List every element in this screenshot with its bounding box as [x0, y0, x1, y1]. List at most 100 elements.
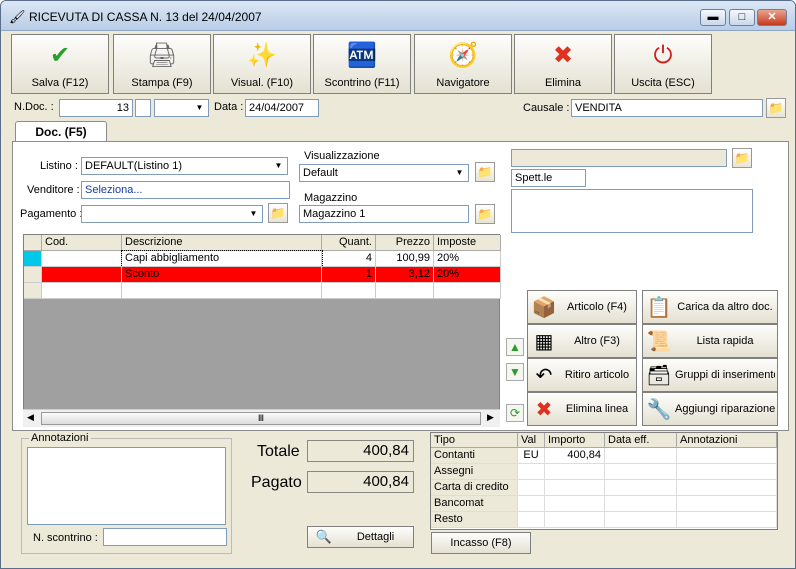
maximize-button[interactable]: □: [729, 9, 755, 26]
spett-input[interactable]: Spett.le: [511, 169, 586, 187]
grid-cell[interactable]: 3,12: [376, 267, 434, 283]
toolbar-button-1[interactable]: 🖨 Stampa (F9): [113, 34, 211, 94]
payments-cell[interactable]: [605, 448, 677, 464]
minimize-button[interactable]: ▬: [700, 9, 726, 26]
action-button-5[interactable]: 🗃 Gruppi di inserimento: [642, 358, 778, 392]
row-selector[interactable]: [24, 251, 42, 267]
scroll-thumb[interactable]: Ⅲ: [41, 412, 481, 425]
table-row[interactable]: Carta di credito: [431, 480, 777, 496]
toolbar-button-2[interactable]: ✨ Visual. (F10): [213, 34, 311, 94]
table-row[interactable]: [24, 283, 501, 299]
scontrino-input[interactable]: [103, 528, 227, 546]
payments-header[interactable]: Val: [518, 433, 545, 448]
toolbar-button-5[interactable]: ✖ Elimina: [514, 34, 612, 94]
scroll-left-icon[interactable]: ◀: [27, 412, 34, 423]
scroll-right-icon[interactable]: ▶: [487, 412, 494, 423]
grid-cell[interactable]: Capi abbigliamento: [121, 250, 323, 268]
refresh-icon[interactable]: ⟳: [506, 404, 524, 422]
payments-cell[interactable]: [605, 512, 677, 528]
payments-cell[interactable]: [545, 464, 605, 480]
payments-cell[interactable]: [605, 496, 677, 512]
grid-cell[interactable]: [376, 283, 434, 299]
venditore-input[interactable]: Seleziona...: [81, 181, 290, 199]
grid-cell[interactable]: 4: [322, 251, 376, 267]
toolbar-button-3[interactable]: 🏧 Scontrino (F11): [313, 34, 411, 94]
causale-folder-icon[interactable]: 📁: [766, 98, 786, 118]
toolbar-button-0[interactable]: ✔ Salva (F12): [11, 34, 109, 94]
payments-cell[interactable]: [545, 480, 605, 496]
cliente-address-area[interactable]: [511, 189, 753, 233]
toolbar-button-4[interactable]: 🧭 Navigatore: [414, 34, 512, 94]
cliente-input[interactable]: [511, 149, 727, 167]
items-grid[interactable]: Cod. Descrizione Quant. Prezzo Imposte Capi a…: [23, 234, 501, 427]
table-row[interactable]: Sconto 1 3,12 20%: [24, 267, 501, 283]
toolbar-button-6[interactable]: ⏻ Uscita (ESC): [614, 34, 712, 94]
grid-cell[interactable]: [42, 267, 122, 283]
table-row[interactable]: Capi abbigliamento 4 100,99 20%: [24, 250, 501, 268]
action-button-6[interactable]: ✖ Elimina linea: [527, 392, 637, 426]
action-button-7[interactable]: 🔧 Aggiungi riparazione: [642, 392, 778, 426]
visualizzazione-select[interactable]: Default ▼: [299, 164, 469, 182]
action-button-4[interactable]: ↶ Ritiro articolo: [527, 358, 637, 392]
payments-cell[interactable]: [545, 496, 605, 512]
payments-cell[interactable]: [605, 464, 677, 480]
pagamento-select[interactable]: ▼: [81, 205, 263, 223]
pagamento-folder-icon[interactable]: 📁: [268, 203, 288, 223]
grid-cell[interactable]: [42, 251, 122, 267]
payments-header[interactable]: Annotazioni: [677, 433, 777, 448]
payments-header[interactable]: Data eff.: [605, 433, 677, 448]
visualizzazione-folder-icon[interactable]: 📁: [475, 162, 495, 182]
payments-cell[interactable]: [677, 448, 777, 464]
cliente-folder-icon[interactable]: 📁: [732, 148, 752, 168]
table-row[interactable]: Contanti EU 400,84: [431, 448, 777, 464]
payments-cell[interactable]: [518, 496, 545, 512]
grid-cell[interactable]: 1: [322, 267, 376, 283]
action-button-0[interactable]: 📦 Articolo (F4): [527, 290, 637, 324]
grid-header[interactable]: Quant.: [322, 235, 376, 251]
payments-table[interactable]: Tipo Val Importo Data eff. Annotazioni Contan…: [430, 432, 778, 530]
grid-cell[interactable]: [42, 283, 122, 299]
tab-doc[interactable]: Doc. (F5): [15, 121, 107, 143]
action-button-3[interactable]: 📜 Lista rapida: [642, 324, 778, 358]
move-up-icon[interactable]: ▲: [506, 338, 524, 356]
date-input[interactable]: 24/04/2007: [245, 99, 319, 117]
ndoc-suffix-input[interactable]: [135, 99, 151, 117]
action-button-2[interactable]: ▦ Altro (F3): [527, 324, 637, 358]
magazzino-input[interactable]: Magazzino 1: [299, 205, 469, 223]
grid-cell[interactable]: 20%: [434, 251, 501, 267]
row-selector[interactable]: [24, 283, 42, 299]
payments-cell[interactable]: [677, 512, 777, 528]
notes-textarea[interactable]: [27, 447, 226, 525]
payments-cell[interactable]: [677, 496, 777, 512]
payments-cell[interactable]: [518, 480, 545, 496]
payments-cell[interactable]: 400,84: [545, 448, 605, 464]
payments-header[interactable]: Importo: [545, 433, 605, 448]
close-button[interactable]: ✕: [757, 9, 787, 26]
payments-cell[interactable]: [677, 464, 777, 480]
grid-header[interactable]: Prezzo: [376, 235, 434, 251]
grid-cell[interactable]: [434, 283, 501, 299]
dettagli-button[interactable]: 🔍 Dettagli: [307, 526, 414, 548]
incasso-button[interactable]: Incasso (F8): [431, 532, 531, 554]
ndoc-series-select[interactable]: ▼: [154, 99, 209, 117]
horizontal-scrollbar[interactable]: ◀ Ⅲ ▶: [23, 409, 500, 427]
magazzino-folder-icon[interactable]: 📁: [475, 204, 495, 224]
ndoc-input[interactable]: 13: [59, 99, 133, 117]
payments-cell[interactable]: EU: [518, 448, 545, 464]
grid-cell[interactable]: 100,99: [376, 251, 434, 267]
payments-cell[interactable]: [518, 464, 545, 480]
grid-header[interactable]: Imposte: [434, 235, 501, 251]
table-row[interactable]: Bancomat: [431, 496, 777, 512]
payments-header[interactable]: Tipo: [431, 433, 518, 448]
payments-cell[interactable]: [518, 512, 545, 528]
listino-select[interactable]: DEFAULT(Listino 1) ▼: [81, 157, 288, 175]
grid-cell[interactable]: [322, 283, 376, 299]
row-selector[interactable]: [24, 267, 42, 283]
table-row[interactable]: Assegni: [431, 464, 777, 480]
payments-cell[interactable]: [677, 480, 777, 496]
grid-header[interactable]: Cod.: [42, 235, 122, 251]
table-row[interactable]: Resto: [431, 512, 777, 528]
grid-cell[interactable]: 20%: [434, 267, 501, 283]
move-down-icon[interactable]: ▼: [506, 363, 524, 381]
causale-input[interactable]: VENDITA: [571, 99, 763, 117]
